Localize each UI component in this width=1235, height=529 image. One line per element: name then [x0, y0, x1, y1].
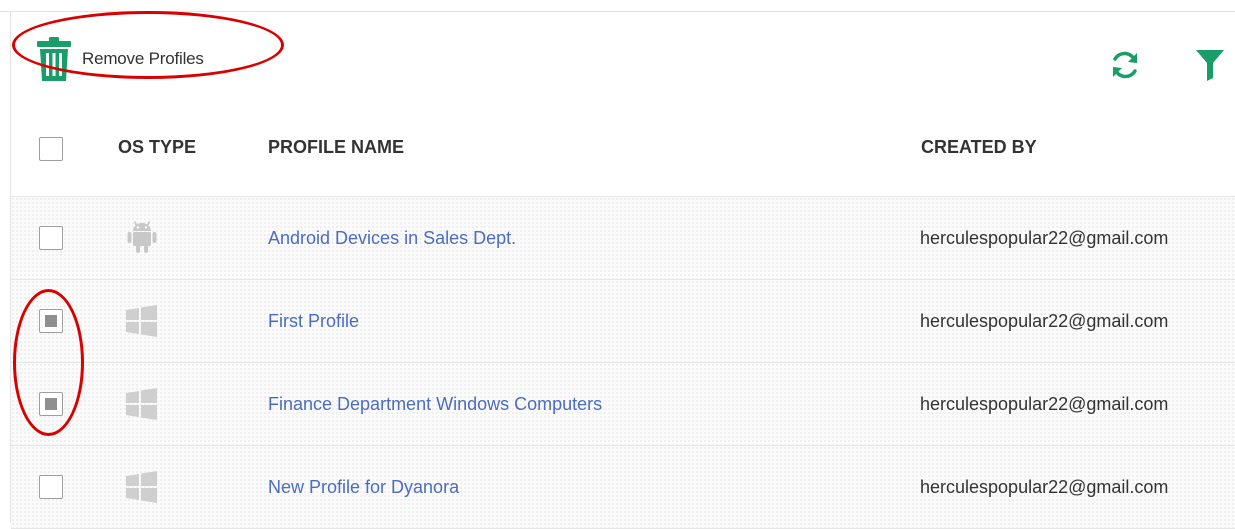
created-by-value: herculespopular22@gmail.com [920, 477, 1169, 497]
profile-name-link[interactable]: New Profile for Dyanora [268, 446, 459, 528]
windows-icon [126, 388, 157, 420]
toolbar: Remove Profiles [0, 12, 1235, 112]
windows-icon [126, 305, 157, 337]
table-header: OS TYPE PROFILE NAME CREATED BY [11, 112, 1235, 197]
remove-profiles-label: Remove Profiles [82, 49, 204, 68]
table-row: Finance Department Windows Computers her… [11, 363, 1235, 446]
row-checkbox[interactable] [39, 309, 63, 333]
column-header-created-by[interactable]: CREATED BY [921, 112, 1037, 196]
remove-profiles-button[interactable]: Remove Profiles [36, 33, 204, 85]
created-by-value: herculespopular22@gmail.com [920, 394, 1169, 414]
profile-name-link[interactable]: Finance Department Windows Computers [268, 363, 602, 445]
table-row: New Profile for Dyanora herculespopular2… [11, 446, 1235, 529]
row-checkbox[interactable] [39, 226, 63, 250]
profile-name-link[interactable]: First Profile [268, 280, 359, 362]
windows-icon [126, 471, 157, 503]
filter-icon[interactable] [1193, 47, 1227, 83]
created-by-value: herculespopular22@gmail.com [920, 311, 1169, 331]
profile-name-link[interactable]: Android Devices in Sales Dept. [268, 197, 516, 279]
refresh-icon[interactable] [1108, 48, 1142, 82]
trash-icon [37, 37, 71, 81]
table-row: First Profile herculespopular22@gmail.co… [11, 280, 1235, 363]
column-header-os-type[interactable]: OS TYPE [118, 112, 196, 196]
row-checkbox[interactable] [39, 475, 63, 499]
row-checkbox[interactable] [39, 392, 63, 416]
created-by-value: herculespopular22@gmail.com [920, 228, 1169, 248]
column-header-profile-name[interactable]: PROFILE NAME [268, 112, 404, 196]
android-icon [127, 221, 157, 253]
select-all-checkbox[interactable] [39, 137, 63, 161]
table-row: Android Devices in Sales Dept. herculesp… [11, 197, 1235, 280]
